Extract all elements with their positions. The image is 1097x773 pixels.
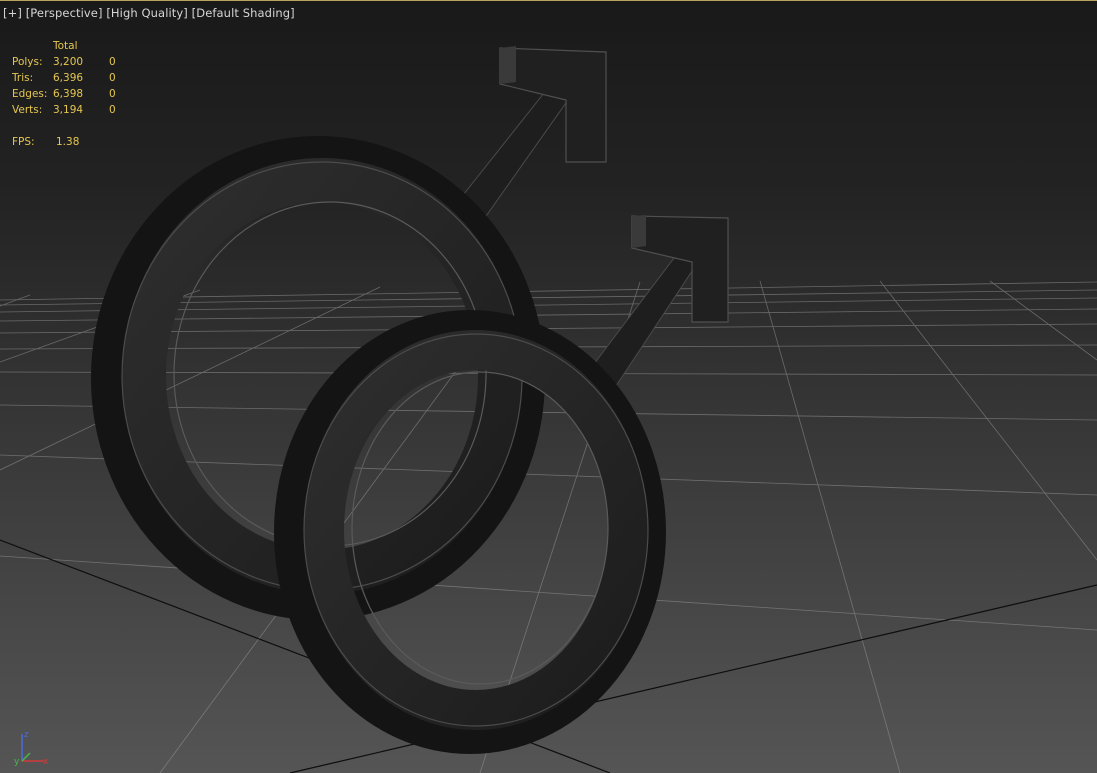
x-axis-label: x (43, 757, 49, 767)
viewport-quality-menu[interactable]: [High Quality] (106, 6, 188, 20)
stats-total: 3,194 (53, 104, 84, 116)
viewport-label-menu: [+] [Perspective] [High Quality] [Defaul… (3, 6, 295, 20)
fps-label: FPS: (12, 136, 35, 148)
stats-total: 6,396 (53, 72, 84, 84)
z-axis-label: z (24, 730, 29, 740)
stats-selected: 0 (109, 72, 116, 84)
viewport-general-menu[interactable]: [+] (3, 6, 22, 20)
stats-label: Verts: (12, 104, 43, 116)
viewport-shading-menu[interactable]: [Default Shading] (192, 6, 295, 20)
grid-line (759, 280, 901, 773)
axis-tripod-icon: z y x (14, 730, 49, 767)
stats-total: 6,398 (53, 88, 84, 100)
viewport-scene (0, 46, 1097, 773)
stats-row-fps: FPS: 1.38 (12, 134, 139, 150)
grid-line (879, 280, 1097, 561)
statistics-overlay: Total Polys: 3,200 0 Tris: 6,396 0 Edges… (12, 38, 139, 150)
stats-label: Tris: (12, 72, 34, 84)
stats-label: Edges: (12, 88, 48, 100)
stats-selected: 0 (109, 88, 116, 100)
stats-row-edges: Edges: 6,398 0 (12, 86, 139, 102)
y-axis-label: y (14, 757, 20, 767)
viewport-pov-menu[interactable]: [Perspective] (26, 6, 103, 20)
stats-row-tris: Tris: 6,396 0 (12, 70, 139, 86)
perspective-viewport[interactable]: [+] [Perspective] [High Quality] [Defaul… (0, 0, 1097, 773)
stats-row-polys: Polys: 3,200 0 (12, 54, 139, 70)
y-axis-line (21, 752, 31, 762)
stats-row-verts: Verts: 3,194 0 (12, 102, 139, 118)
stats-selected: 0 (109, 104, 116, 116)
stats-header-total: Total (53, 40, 78, 52)
grid-line (989, 280, 1097, 361)
stats-selected: 0 (109, 56, 116, 68)
stats-label: Polys: (12, 56, 43, 68)
grid-line (0, 555, 1097, 631)
world-axis-lines (0, 539, 1097, 773)
fps-value: 1.38 (56, 136, 80, 148)
stats-total: 3,200 (53, 56, 84, 68)
